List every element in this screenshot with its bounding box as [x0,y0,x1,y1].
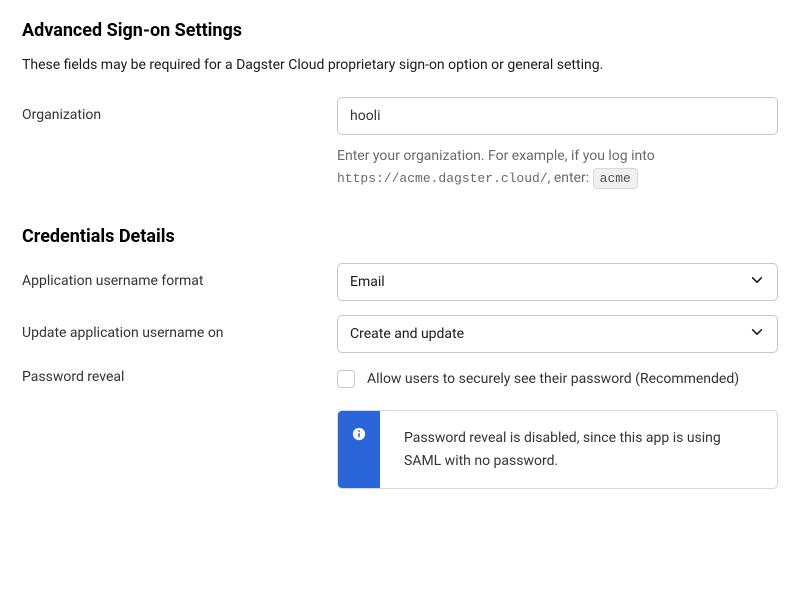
password-reveal-info-box: Password reveal is disabled, since this … [337,410,778,489]
password-reveal-checkbox[interactable] [337,370,355,388]
password-reveal-label: Password reveal [22,367,337,385]
update-username-on-label: Update application username on [22,315,337,341]
organization-input[interactable] [337,97,778,135]
password-reveal-info-text: Password reveal is disabled, since this … [380,411,777,488]
credentials-details-heading: Credentials Details [22,226,778,247]
username-format-label: Application username format [22,263,337,289]
update-username-on-select[interactable]: Create and update [337,315,778,353]
organization-label: Organization [22,97,337,123]
organization-help-text: Enter your organization. For example, if… [337,145,778,190]
username-format-select[interactable]: Email [337,263,778,301]
advanced-signon-description: These fields may be required for a Dagst… [22,57,778,73]
info-icon [352,427,366,445]
advanced-signon-heading: Advanced Sign-on Settings [22,20,778,41]
password-reveal-checkbox-label: Allow users to securely see their passwo… [367,369,739,390]
